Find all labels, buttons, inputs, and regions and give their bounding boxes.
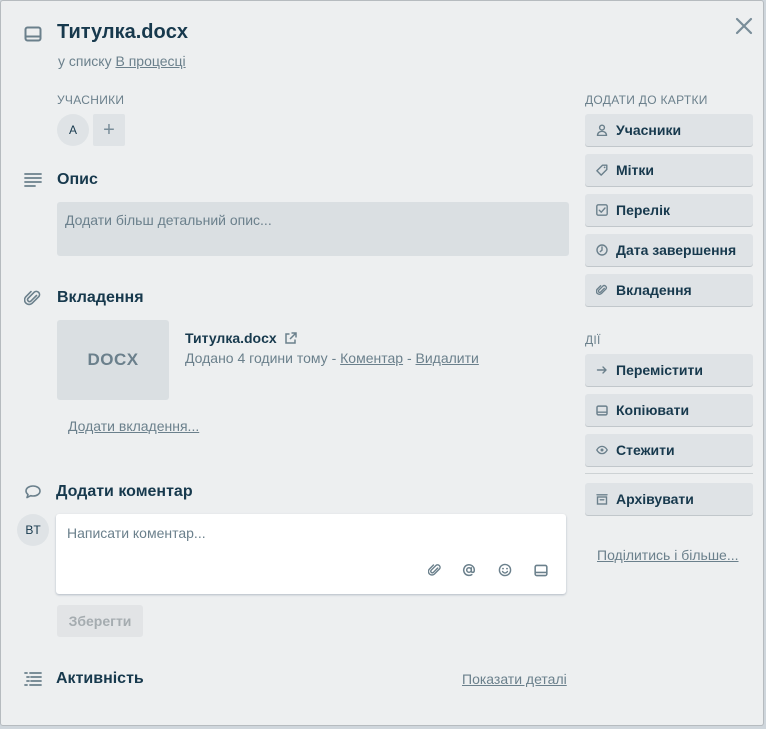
attachment-thumbnail[interactable]: DOCX xyxy=(57,320,169,400)
attachment-file-name[interactable]: Титулка.docx xyxy=(185,330,277,346)
list-name-link[interactable]: В процесці xyxy=(115,53,185,69)
copy-button-label: Копіювати xyxy=(616,402,690,418)
arrow-right-icon xyxy=(595,363,609,377)
archive-button-label: Архівувати xyxy=(616,491,694,507)
comment-icon xyxy=(23,483,43,501)
attachment-button-label: Вкладення xyxy=(616,282,692,298)
members-button-label: Учасники xyxy=(616,122,682,138)
activity-icon xyxy=(23,670,43,688)
add-member-button[interactable]: + xyxy=(93,114,125,146)
members-button[interactable]: Учасники xyxy=(585,114,753,146)
description-icon xyxy=(23,171,43,189)
add-comment-heading: Додати коментар xyxy=(56,483,193,500)
watch-button[interactable]: Стежити xyxy=(585,434,753,466)
attachment-title[interactable]: Титулка.docx xyxy=(185,330,297,346)
label-icon xyxy=(595,163,609,177)
attachment-added-text: Додано 4 години тому - xyxy=(185,350,337,366)
show-details-link[interactable]: Показати деталі xyxy=(462,671,567,687)
clock-icon xyxy=(595,243,609,257)
sidebar-divider xyxy=(585,473,753,474)
due-date-button-label: Дата завершення xyxy=(616,242,737,258)
card-icon xyxy=(595,403,609,417)
card-icon xyxy=(23,25,43,43)
share-and-more-link[interactable]: Поділитись і більше... xyxy=(597,547,739,563)
activity-heading: Активність xyxy=(56,670,144,687)
labels-button[interactable]: Мітки xyxy=(585,154,753,186)
archive-button[interactable]: Архівувати xyxy=(585,483,753,515)
attachment-button[interactable]: Вкладення xyxy=(585,274,753,306)
description-field[interactable]: Додати більш детальний опис... xyxy=(57,202,569,256)
attach-icon[interactable] xyxy=(427,562,443,578)
save-comment-button[interactable]: Зберегти xyxy=(57,605,143,637)
paperclip-icon xyxy=(595,283,609,297)
add-attachment-link[interactable]: Додати вкладення... xyxy=(68,418,199,434)
card-title[interactable]: Титулка.docx xyxy=(57,21,188,44)
list-location: у списку В процесці xyxy=(58,53,186,69)
paperclip-icon xyxy=(23,289,43,307)
mention-icon[interactable] xyxy=(461,562,477,578)
add-to-card-heading: ДОДАТИ ДО КАРТКИ xyxy=(585,93,708,107)
attachment-meta: Додано 4 години тому - Коментар - Видали… xyxy=(185,350,479,366)
checklist-button[interactable]: Перелік xyxy=(585,194,753,226)
comment-input[interactable]: Написати коментар... xyxy=(56,514,566,594)
close-icon[interactable] xyxy=(733,15,755,37)
members-heading: УЧАСНИКИ xyxy=(57,93,125,107)
checklist-button-label: Перелік xyxy=(616,202,670,218)
comment-placeholder: Написати коментар... xyxy=(67,525,206,541)
member-avatar[interactable]: A xyxy=(57,114,89,146)
attachment-comment-link[interactable]: Коментар xyxy=(340,350,403,366)
eye-icon xyxy=(595,443,609,457)
user-avatar[interactable]: BT xyxy=(17,514,49,546)
external-link-icon[interactable] xyxy=(284,331,297,345)
checklist-icon xyxy=(595,203,609,217)
attachment-delete-link[interactable]: Видалити xyxy=(416,350,479,366)
description-heading: Опис xyxy=(57,171,98,188)
attachment-separator: - xyxy=(406,350,412,366)
move-button[interactable]: Перемістити xyxy=(585,354,753,386)
archive-icon xyxy=(595,492,609,506)
card-detail-window: Титулка.docx у списку В процесці УЧАСНИК… xyxy=(0,0,764,726)
move-button-label: Перемістити xyxy=(616,362,703,378)
due-date-button[interactable]: Дата завершення xyxy=(585,234,753,266)
labels-button-label: Мітки xyxy=(616,162,655,178)
actions-heading: ДІЇ xyxy=(585,333,601,347)
watch-button-label: Стежити xyxy=(616,442,675,458)
copy-button[interactable]: Копіювати xyxy=(585,394,753,426)
person-icon xyxy=(595,123,609,137)
attachments-heading: Вкладення xyxy=(57,289,144,306)
list-prefix: у списку xyxy=(58,53,112,69)
emoji-icon[interactable] xyxy=(497,562,513,578)
card-link-icon[interactable] xyxy=(533,562,549,578)
